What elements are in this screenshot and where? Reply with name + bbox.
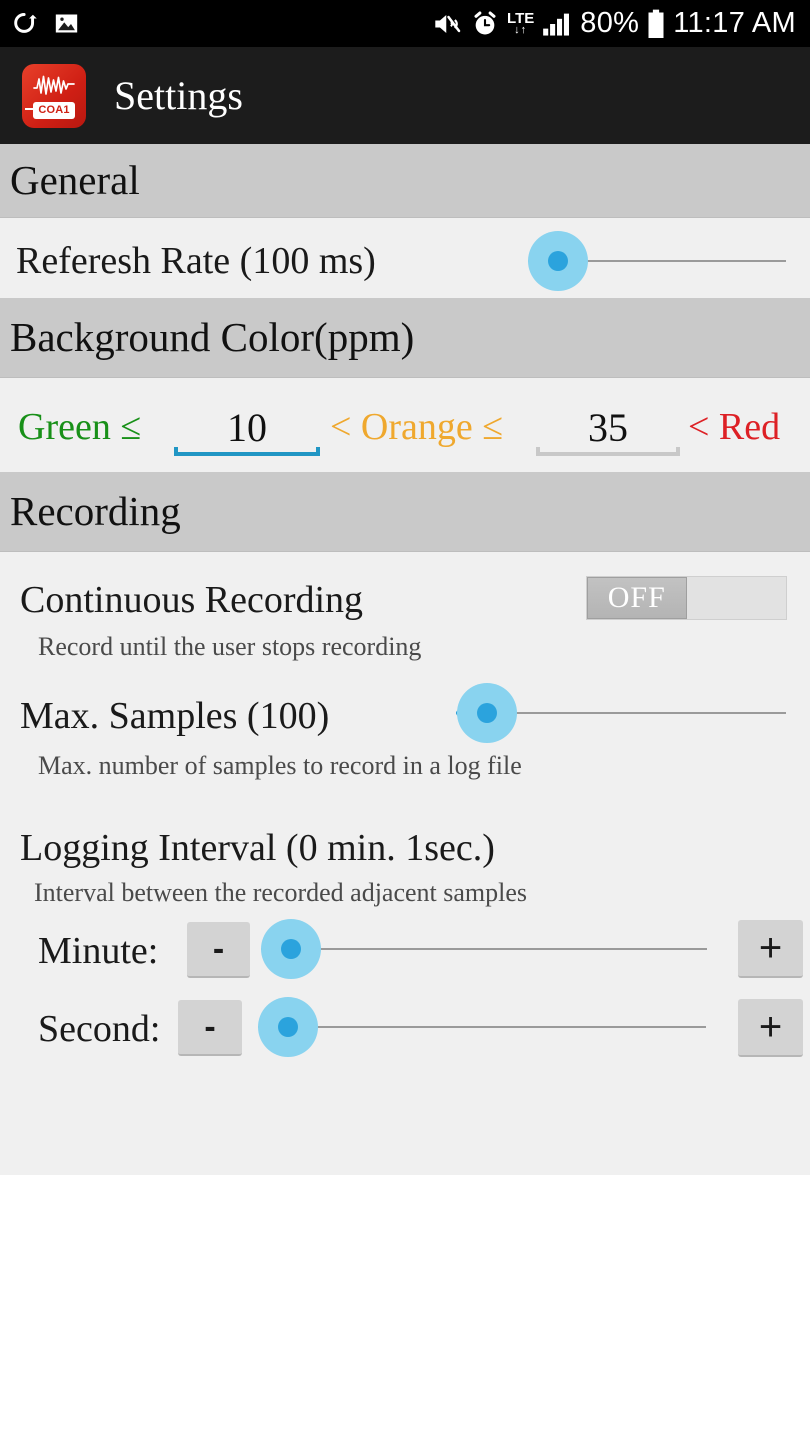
- max-samples-sub: Max. number of samples to record in a lo…: [38, 751, 522, 780]
- continuous-recording-sub: Record until the user stops recording: [38, 632, 422, 661]
- section-header-general-label: General: [10, 157, 140, 203]
- refresh-rate-label: Referesh Rate (100 ms): [16, 240, 376, 282]
- refresh-rate-slider[interactable]: [528, 231, 786, 291]
- clock-label: 11:17 AM: [673, 7, 796, 39]
- second-slider[interactable]: [258, 997, 706, 1057]
- second-slider-track[interactable]: [258, 1026, 706, 1028]
- second-increment-button[interactable]: +: [738, 999, 803, 1057]
- alarm-clock-icon: [471, 10, 499, 38]
- continuous-recording-toggle-state: OFF: [607, 581, 666, 614]
- lte-data-arrows: ↓↑: [514, 24, 528, 36]
- usb-update-icon: [14, 10, 41, 37]
- battery-icon: [647, 9, 665, 39]
- refresh-rate-slider-thumb[interactable]: [548, 251, 568, 271]
- green-threshold-underline: [174, 447, 320, 456]
- app-icon: COA1: [22, 63, 86, 128]
- waveform-icon: [33, 74, 75, 101]
- second-slider-thumb[interactable]: [278, 1017, 298, 1037]
- logging-interval-label: Logging Interval (0 min. 1sec.): [20, 827, 495, 869]
- minute-increment-button[interactable]: +: [738, 920, 803, 978]
- page-title: Settings: [114, 72, 243, 118]
- continuous-recording-label: Continuous Recording: [20, 579, 364, 621]
- settings-screen: LTE ↓↑ 80% 11:17 AM COA1 Settings Genera…: [0, 0, 810, 1440]
- status-bar-left-icons: [0, 10, 80, 37]
- status-bar: LTE ↓↑ 80% 11:17 AM: [0, 0, 810, 47]
- action-bar: COA1 Settings: [0, 47, 810, 144]
- minute-slider-track[interactable]: [261, 948, 707, 950]
- max-samples-slider-thumb[interactable]: [477, 703, 497, 723]
- continuous-recording-toggle-thumb[interactable]: OFF: [587, 577, 687, 619]
- icon-lead-line: [25, 107, 35, 110]
- battery-percent-label: 80%: [580, 7, 640, 39]
- section-header-recording-label: Recording: [10, 488, 181, 534]
- status-bar-right-icons: LTE ↓↑ 80% 11:17 AM: [433, 9, 810, 39]
- minute-slider[interactable]: [261, 919, 707, 979]
- mute-vibrate-icon: [433, 10, 463, 38]
- orange-threshold-value: 35: [588, 405, 628, 450]
- lte-data-icon: LTE ↓↑: [507, 11, 534, 36]
- minute-decrement-button[interactable]: -: [187, 922, 250, 978]
- section-header-general: General: [0, 144, 810, 218]
- continuous-recording-toggle[interactable]: OFF: [586, 576, 787, 620]
- section-header-recording: Recording: [0, 472, 810, 552]
- second-decrement-button[interactable]: -: [178, 1000, 242, 1056]
- minute-label: Minute:: [38, 930, 159, 972]
- red-threshold-label: < Red: [688, 406, 781, 448]
- orange-threshold-underline: [536, 447, 680, 456]
- logging-interval-sub: Interval between the recorded adjacent s…: [34, 878, 528, 907]
- minute-slider-thumb[interactable]: [281, 939, 301, 959]
- max-samples-label: Max. Samples (100): [20, 695, 330, 737]
- max-samples-slider[interactable]: [456, 683, 786, 743]
- second-label: Second:: [38, 1008, 161, 1050]
- screenshot-image-icon: [53, 10, 80, 37]
- section-header-background-color-label: Background Color(ppm): [10, 314, 415, 360]
- section-header-background-color: Background Color(ppm): [0, 298, 810, 378]
- green-threshold-label: Green ≤: [18, 406, 142, 448]
- orange-threshold-label: < Orange ≤: [330, 406, 504, 448]
- green-threshold-input[interactable]: 10: [174, 400, 320, 456]
- app-icon-badge: COA1: [33, 102, 75, 119]
- orange-threshold-input[interactable]: 35: [536, 400, 680, 456]
- signal-bars-icon: [542, 11, 572, 37]
- green-threshold-value: 10: [227, 405, 267, 450]
